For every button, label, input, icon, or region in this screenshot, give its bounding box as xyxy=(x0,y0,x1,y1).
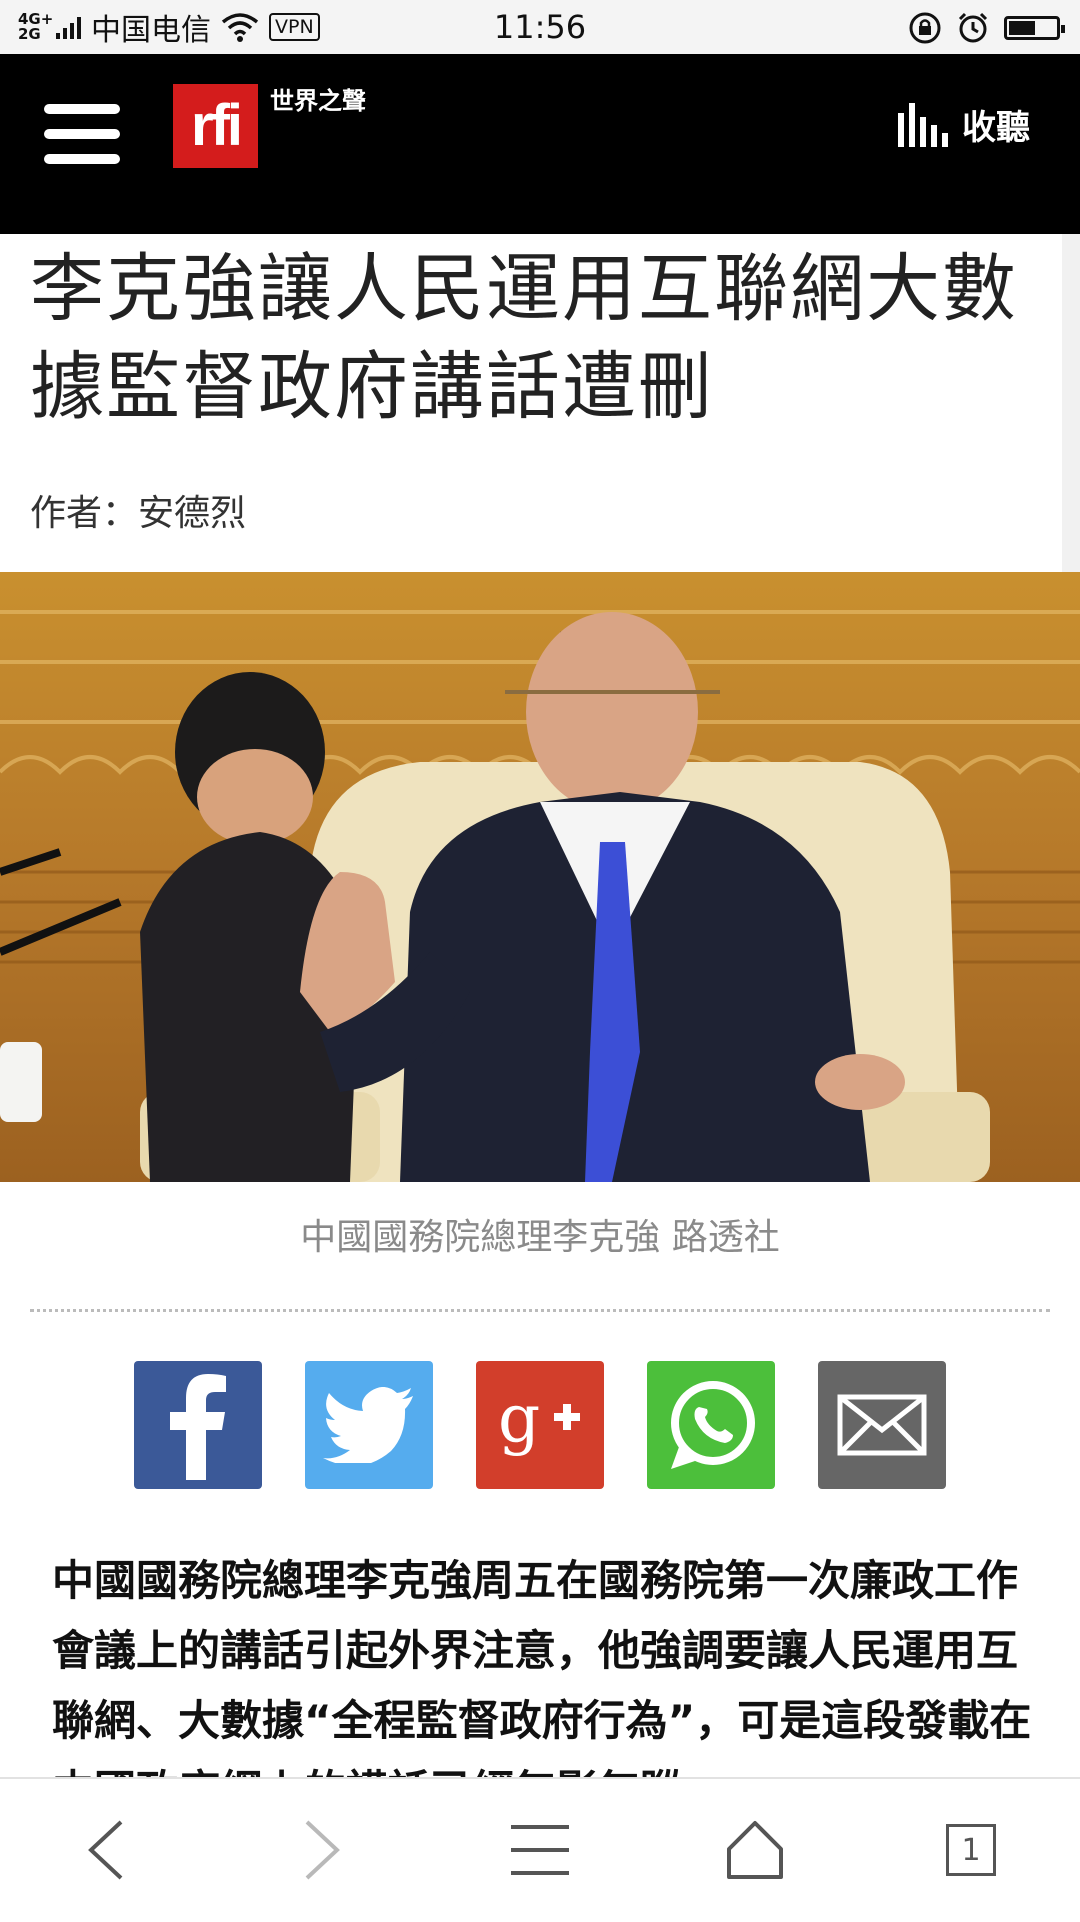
hamburger-menu-icon[interactable] xyxy=(44,104,120,164)
article-photo[interactable] xyxy=(0,572,1080,1182)
home-icon xyxy=(727,1821,783,1879)
twitter-icon xyxy=(323,1387,413,1463)
email-share-button[interactable] xyxy=(818,1361,946,1489)
status-bar: 4G+ 2G 中国电信 VPN 11:56 xyxy=(0,0,1080,54)
facebook-share-button[interactable] xyxy=(134,1361,262,1489)
rotation-lock-icon xyxy=(909,12,941,44)
chevron-left-icon xyxy=(88,1820,123,1880)
rfi-logo[interactable]: rfi xyxy=(173,84,258,168)
google-plus-share-button[interactable]: g xyxy=(476,1361,604,1489)
back-button[interactable] xyxy=(55,1805,155,1895)
alarm-icon xyxy=(958,12,988,43)
forward-button[interactable] xyxy=(273,1805,373,1895)
browser-bottom-bar: 1 xyxy=(0,1777,1080,1922)
chevron-right-icon xyxy=(305,1820,340,1880)
svg-text:g: g xyxy=(498,1383,540,1457)
tabs-button[interactable]: 1 xyxy=(921,1805,1021,1895)
brand-subtitle: 世界之聲 xyxy=(270,87,366,115)
article-byline: 作者：安德烈 xyxy=(30,493,247,534)
listen-button[interactable]: 收聽 xyxy=(898,100,1030,149)
battery-icon xyxy=(1004,16,1065,40)
menu-lines-icon xyxy=(511,1825,569,1875)
listen-label: 收聽 xyxy=(962,108,1030,148)
page-edge xyxy=(1062,234,1080,572)
twitter-share-button[interactable] xyxy=(305,1361,433,1489)
tab-count-badge: 1 xyxy=(946,1824,996,1876)
whatsapp-icon xyxy=(671,1381,755,1469)
whatsapp-share-button[interactable] xyxy=(647,1361,775,1489)
premier-photo-illustration xyxy=(0,572,1080,1182)
article-header: 李克強讓人民運用互聯網大數據監督政府講話遭刪 作者：安德烈 xyxy=(0,234,1062,572)
home-button[interactable] xyxy=(705,1805,805,1895)
article-title: 李克強讓人民運用互聯網大數據監督政府講話遭刪 xyxy=(30,246,1018,430)
menu-button[interactable] xyxy=(490,1805,590,1895)
facebook-icon xyxy=(170,1374,226,1480)
audio-bars-icon xyxy=(898,102,948,147)
site-header: rfi 世界之聲 收聽 xyxy=(0,54,1080,234)
email-icon xyxy=(837,1394,927,1456)
dotted-divider xyxy=(30,1309,1050,1312)
google-plus-icon: g xyxy=(498,1383,580,1457)
photo-caption: 中國國務院總理李克強 路透社 xyxy=(300,1217,780,1258)
